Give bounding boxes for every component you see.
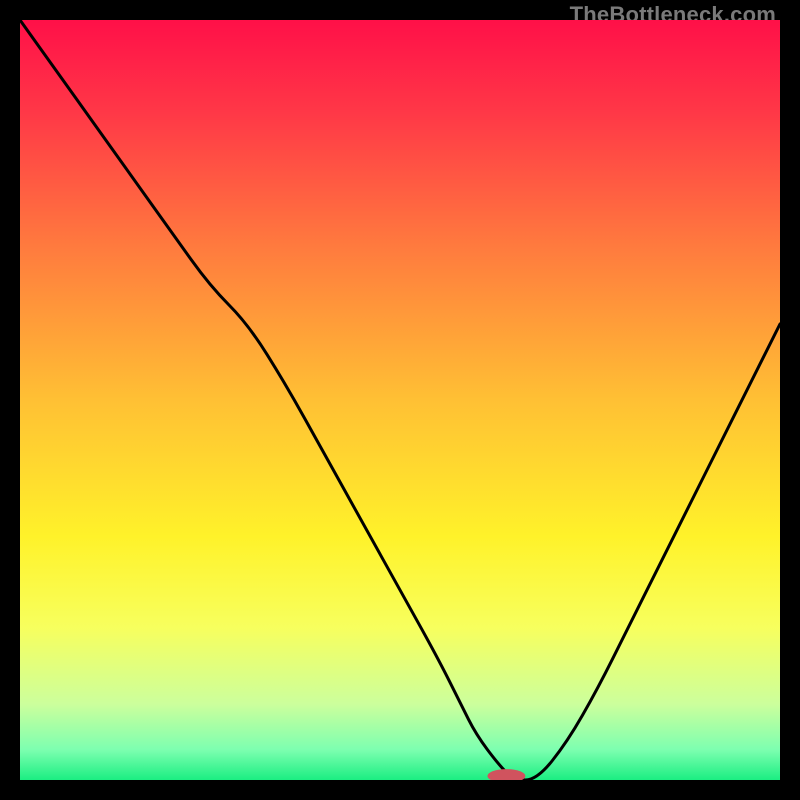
plot-area <box>20 20 780 780</box>
bottleneck-chart <box>20 20 780 780</box>
gradient-background <box>20 20 780 780</box>
chart-frame: TheBottleneck.com <box>0 0 800 800</box>
